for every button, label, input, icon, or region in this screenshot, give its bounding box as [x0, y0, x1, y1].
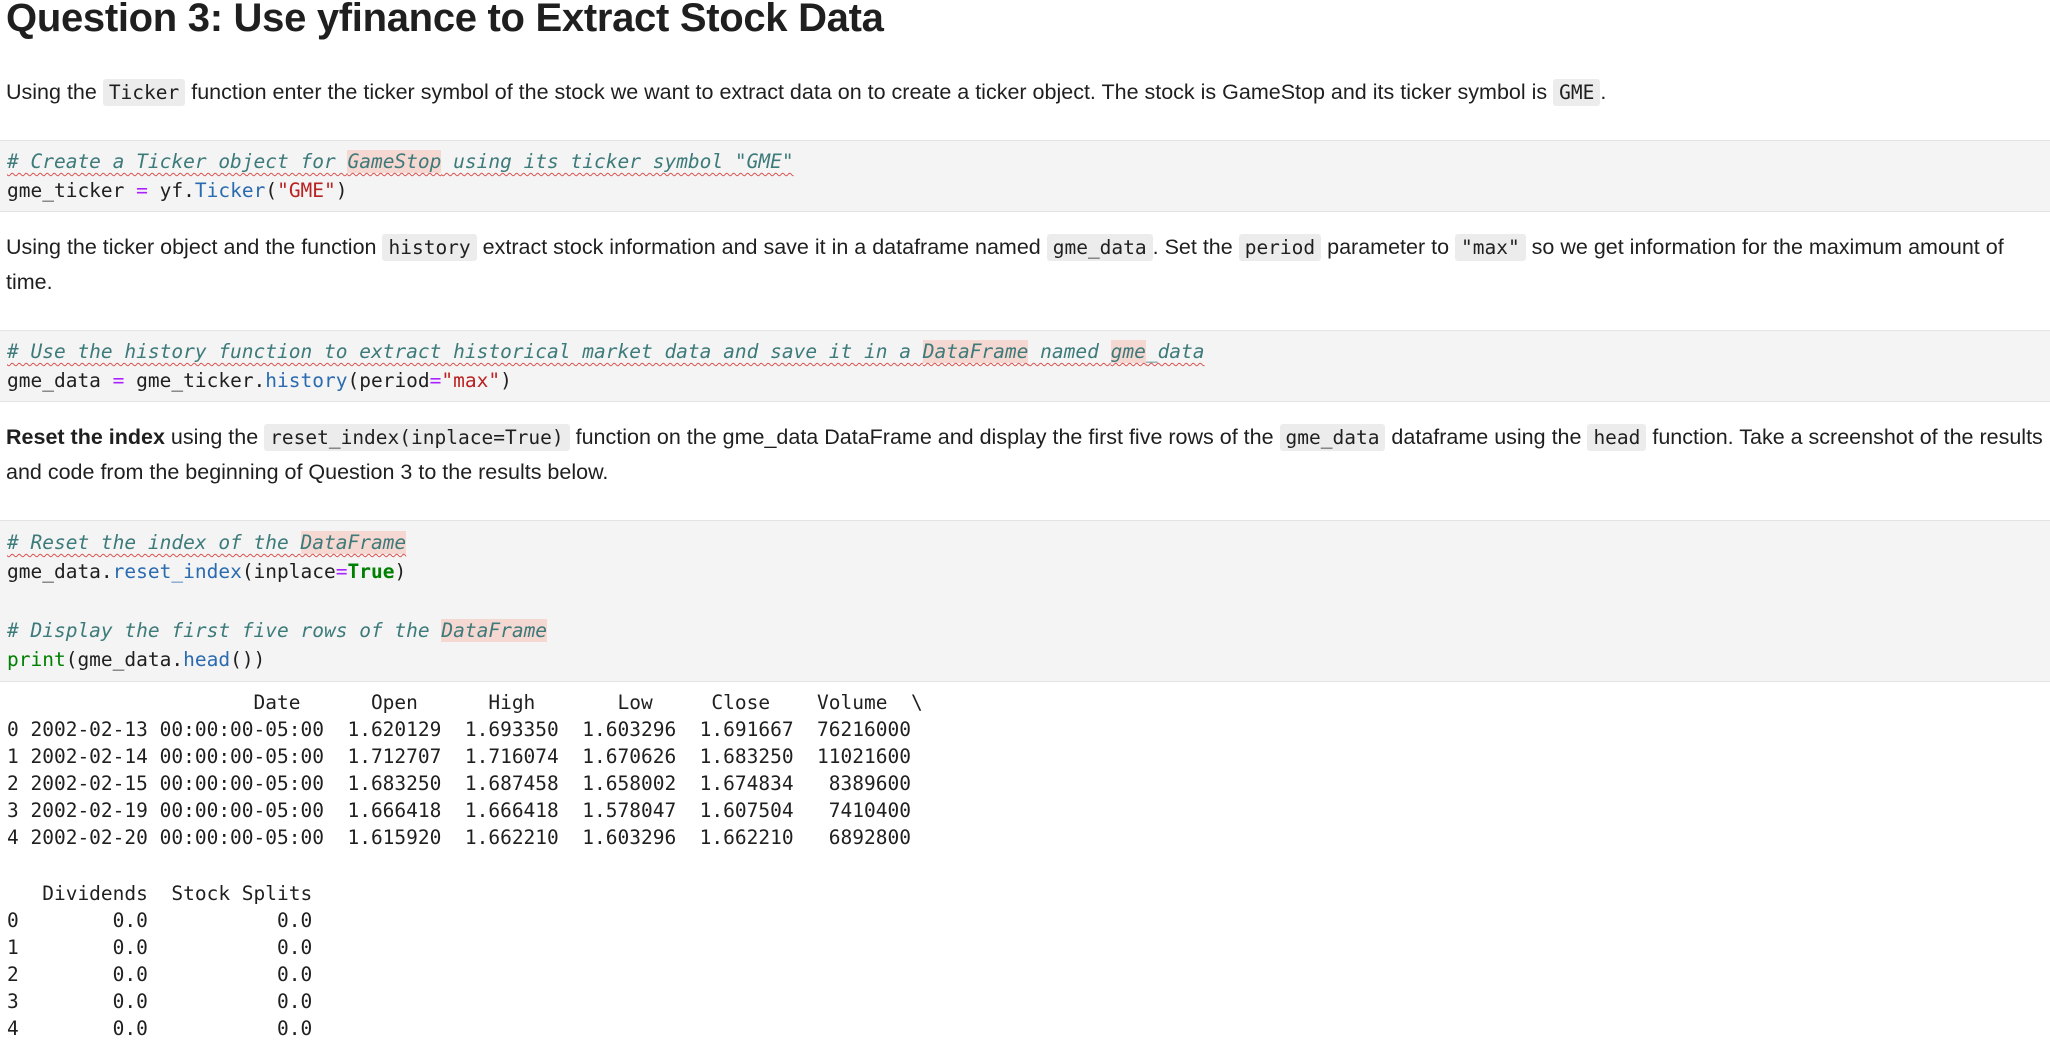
code-function: reset_index	[112, 560, 242, 583]
code-line-print: print(gme_data.head())	[7, 645, 265, 674]
comment-spell-highlight: DataFrame	[441, 619, 548, 642]
inline-code-gme: GME	[1553, 79, 1601, 106]
cell-output-table-2: Dividends Stock Splits 0 0.0 0.0 1 0.0 0…	[7, 882, 313, 1040]
comment-text: # Display the first five rows of the	[7, 619, 442, 642]
code-line-comment: # Create a Ticker object for GameStop us…	[7, 147, 794, 176]
code-paren: )	[394, 560, 407, 583]
code-operator: =	[429, 369, 442, 392]
code-function: history	[265, 369, 348, 392]
comment-text: _data	[1145, 340, 1205, 363]
comment-spell-highlight: DataFrame	[922, 340, 1029, 363]
code-paren: )	[500, 369, 512, 392]
inline-code-gme-data: gme_data	[1279, 424, 1386, 451]
code-line-comment: # Use the history function to extract hi…	[7, 337, 1205, 366]
comment-text: named	[1028, 340, 1111, 363]
code-paren: (	[265, 179, 278, 202]
bold-text: Reset the index	[6, 425, 165, 449]
comment-text: # Create a Ticker object for	[7, 150, 348, 173]
code-object: (gme_data.	[65, 648, 184, 671]
text: Using the ticker object and the function	[6, 235, 383, 259]
text: function enter the ticker symbol of the …	[185, 80, 1554, 104]
code-variable: gme_data	[7, 369, 101, 392]
code-line-comment: # Reset the index of the DataFrame	[7, 528, 407, 557]
code-line-assign: gme_ticker = yf.Ticker("GME")	[7, 176, 348, 205]
code-param: (inplace	[241, 560, 336, 583]
comment-text: using its ticker symbol "GME"	[441, 150, 794, 173]
code-operator: =	[124, 179, 160, 202]
code-line-assign: gme_data = gme_ticker.history(period="ma…	[7, 366, 512, 395]
code-paren: ())	[230, 648, 266, 671]
inline-code-head: head	[1587, 424, 1647, 451]
code-cell-2[interactable]: # Use the history function to extract hi…	[0, 330, 2050, 402]
inline-code-period: period	[1238, 234, 1322, 261]
text: parameter to	[1321, 235, 1455, 259]
inline-code-reset-index: reset_index(inplace=True)	[264, 424, 570, 451]
code-object: gme_ticker.	[136, 369, 266, 392]
markdown-paragraph-3: Reset the index using the reset_index(in…	[6, 420, 2050, 490]
text: using the	[164, 425, 265, 449]
markdown-paragraph-2: Using the ticker object and the function…	[6, 230, 2050, 300]
comment-spell-highlight: DataFrame	[300, 531, 407, 554]
text: dataframe using the	[1385, 425, 1588, 449]
text: . Set the	[1152, 235, 1239, 259]
text: .	[1600, 80, 1607, 104]
comment-text: # Reset the index of the	[7, 531, 301, 554]
code-operator: =	[100, 369, 137, 392]
code-function: head	[183, 648, 231, 671]
code-builtin: print	[7, 648, 66, 671]
code-string: "max"	[441, 369, 501, 392]
comment-text: # Use the history function to extract hi…	[7, 340, 923, 363]
text: function on the gme_data DataFrame and d…	[569, 425, 1280, 449]
code-function: Ticker	[194, 179, 266, 202]
code-cell-3[interactable]: # Reset the index of the DataFrame gme_d…	[0, 520, 2050, 682]
code-cell-1[interactable]: # Create a Ticker object for GameStop us…	[0, 140, 2050, 212]
code-string: "GME"	[277, 179, 336, 202]
inline-code-ticker: Ticker	[102, 79, 186, 106]
cell-output-table-1: Date Open High Low Close Volume \ 0 2002…	[7, 691, 923, 849]
code-line-reset-index: gme_data.reset_index(inplace=True)	[7, 557, 406, 586]
code-module: yf.	[159, 179, 195, 202]
code-object: gme_data.	[7, 560, 113, 583]
code-variable: gme_ticker	[7, 179, 125, 202]
comment-spell-highlight: gme	[1110, 340, 1146, 363]
inline-code-history: history	[382, 234, 477, 261]
inline-code-max: "max"	[1455, 234, 1526, 261]
code-operator: =	[335, 560, 348, 583]
text: Using the	[6, 80, 103, 104]
code-paren: )	[335, 179, 348, 202]
markdown-paragraph-1: Using the Ticker function enter the tick…	[6, 75, 2050, 110]
code-keyword: True	[347, 560, 395, 583]
comment-spell-highlight: GameStop	[347, 150, 442, 173]
notebook-page: Question 3: Use yfinance to Extract Stoc…	[0, 0, 2050, 1040]
code-param: (period	[347, 369, 430, 392]
code-line-comment: # Display the first five rows of the Dat…	[7, 616, 548, 645]
inline-code-gme-data: gme_data	[1046, 234, 1153, 261]
page-title: Question 3: Use yfinance to Extract Stoc…	[6, 0, 884, 40]
text: extract stock information and save it in…	[476, 235, 1047, 259]
